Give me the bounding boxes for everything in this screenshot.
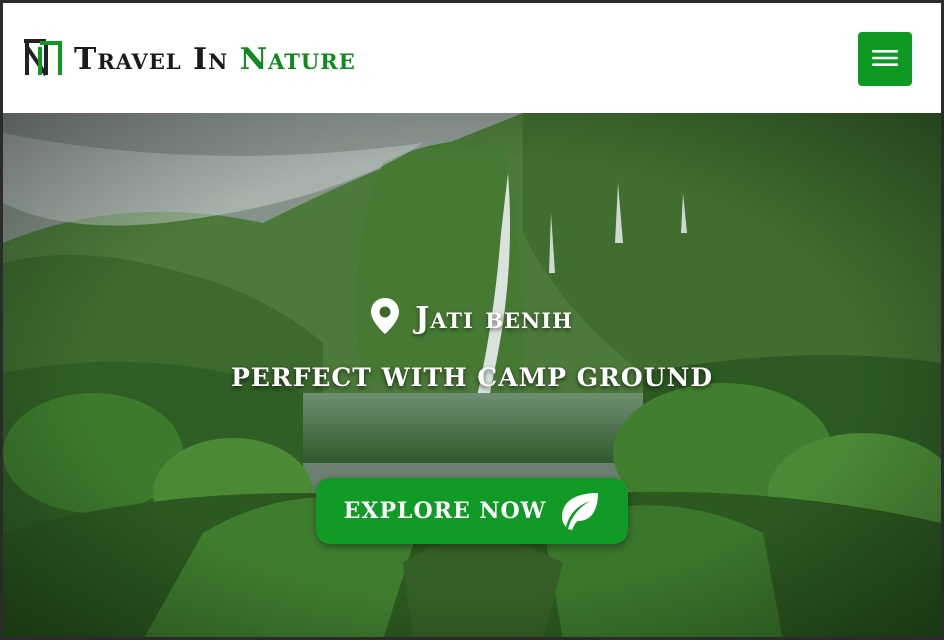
hero-tagline: perfect with camp ground [230,363,714,392]
tn-logo-icon [22,37,64,81]
brand-name-first: Travel In [74,41,229,77]
leaf-icon [556,491,600,531]
brand-name-accent: Nature [239,41,356,77]
top-navbar: Travel In Nature [3,3,941,115]
location-name: Jati benih [415,300,573,336]
map-pin-icon [371,298,400,338]
explore-now-button[interactable]: explore now [316,478,628,544]
hamburger-menu-icon [872,48,898,71]
brand[interactable]: Travel In Nature [22,39,356,79]
explore-now-label: explore now [343,498,547,524]
brand-name: Travel In Nature [74,42,356,77]
page-frame: Travel In Nature Jati benih PERFECT WITH… [0,0,944,640]
location-row: Jati benih [3,298,941,338]
menu-toggle-button[interactable] [858,32,912,86]
hero-section: Jati benih perfect with camp ground expl… [3,113,941,637]
